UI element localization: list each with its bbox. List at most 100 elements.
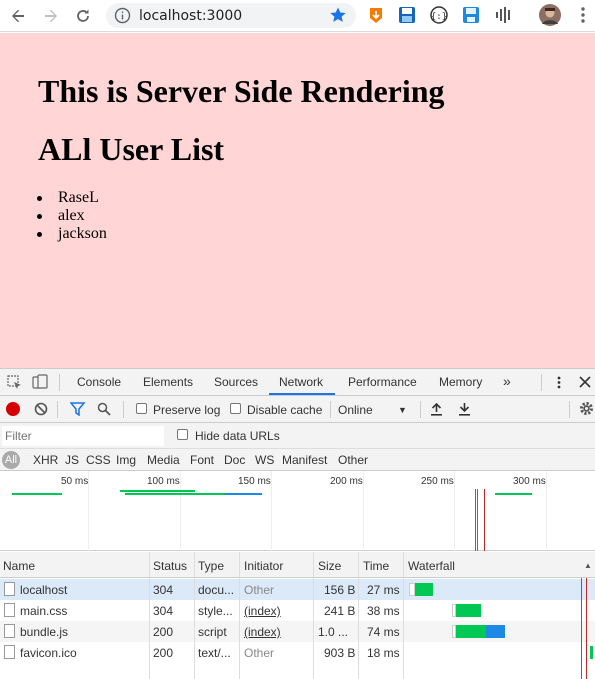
inspect-icon[interactable] bbox=[7, 375, 22, 390]
type-filter-img[interactable]: Img bbox=[116, 453, 136, 467]
filter-row: Hide data URLs bbox=[0, 423, 595, 449]
request-name[interactable]: favicon.ico bbox=[20, 646, 77, 660]
code-extension-icon[interactable]: {:} bbox=[429, 5, 449, 25]
table-row[interactable]: favicon.ico 200 text/... Other 903 B 18 … bbox=[0, 642, 595, 663]
request-initiator[interactable]: (index) bbox=[244, 625, 281, 639]
user-list: RaseL alex jackson bbox=[37, 189, 107, 243]
star-icon[interactable] bbox=[328, 5, 348, 25]
table-row[interactable]: main.css 304 style... (index) 241 B 38 m… bbox=[0, 600, 595, 621]
column-divider[interactable] bbox=[194, 552, 195, 679]
column-header-size[interactable]: Size bbox=[318, 559, 341, 573]
table-row[interactable]: localhost 304 docu... Other 156 B 27 ms bbox=[0, 579, 595, 600]
back-icon[interactable] bbox=[6, 4, 30, 28]
more-tabs-icon[interactable]: » bbox=[503, 373, 511, 389]
throttle-select[interactable]: Online bbox=[338, 403, 373, 417]
request-type: text/... bbox=[198, 646, 231, 660]
divider bbox=[541, 374, 542, 391]
url-text[interactable]: localhost:3000 bbox=[139, 8, 242, 24]
request-initiator[interactable]: (index) bbox=[244, 604, 281, 618]
download-extension-icon[interactable] bbox=[366, 5, 386, 25]
tab-elements[interactable]: Elements bbox=[143, 375, 193, 389]
export-har-icon[interactable] bbox=[458, 402, 471, 416]
hide-data-urls-checkbox[interactable] bbox=[177, 429, 188, 440]
overview-tick-label: 50 ms bbox=[61, 476, 89, 487]
type-filter-manifest[interactable]: Manifest bbox=[282, 453, 327, 467]
devtools-menu-icon[interactable] bbox=[553, 375, 565, 390]
request-name[interactable]: main.css bbox=[20, 604, 67, 618]
divider bbox=[420, 401, 421, 418]
tab-performance[interactable]: Performance bbox=[348, 375, 417, 389]
overview-marker-line bbox=[477, 489, 478, 551]
clear-icon[interactable] bbox=[34, 402, 48, 416]
type-filter-css[interactable]: CSS bbox=[86, 453, 111, 467]
menu-icon[interactable] bbox=[573, 5, 593, 25]
request-name[interactable]: localhost bbox=[20, 583, 67, 597]
column-header-time[interactable]: Time bbox=[363, 559, 389, 573]
request-status: 304 bbox=[153, 583, 174, 597]
column-header-type[interactable]: Type bbox=[198, 559, 224, 573]
device-toolbar-icon[interactable] bbox=[32, 374, 48, 390]
close-icon[interactable] bbox=[579, 376, 591, 388]
column-divider[interactable] bbox=[149, 552, 150, 679]
avatar[interactable] bbox=[539, 4, 561, 26]
preserve-log-label[interactable]: Preserve log bbox=[153, 403, 220, 417]
search-icon[interactable] bbox=[97, 402, 111, 416]
column-header-status[interactable]: Status bbox=[153, 559, 187, 573]
network-overview[interactable]: 50 ms 100 ms 150 ms 200 ms 250 ms 300 ms bbox=[0, 471, 595, 551]
type-filter-xhr[interactable]: XHR bbox=[33, 453, 58, 467]
save-extension-icon[interactable] bbox=[397, 5, 417, 25]
column-divider[interactable] bbox=[403, 552, 404, 679]
overview-gridline bbox=[363, 471, 364, 551]
dom-content-loaded-line bbox=[581, 578, 582, 679]
overview-gridline bbox=[180, 471, 181, 551]
disable-cache-label[interactable]: Disable cache bbox=[247, 403, 322, 417]
reload-icon[interactable] bbox=[71, 4, 95, 28]
column-divider[interactable] bbox=[358, 552, 359, 679]
type-filter-media[interactable]: Media bbox=[147, 453, 180, 467]
table-row[interactable]: bundle.js 200 script (index) 1.0 ... 74 … bbox=[0, 621, 595, 642]
tab-console[interactable]: Console bbox=[77, 375, 121, 389]
document-icon bbox=[4, 624, 15, 638]
load-event-line bbox=[484, 489, 485, 551]
request-type: docu... bbox=[198, 583, 235, 597]
audio-extension-icon[interactable] bbox=[494, 5, 514, 25]
type-filter-ws[interactable]: WS bbox=[255, 453, 274, 467]
tab-memory[interactable]: Memory bbox=[439, 375, 482, 389]
filter-icon[interactable] bbox=[69, 402, 86, 417]
list-item: RaseL bbox=[37, 189, 107, 207]
disk-extension-icon[interactable] bbox=[461, 5, 481, 25]
sort-asc-icon[interactable]: ▲ bbox=[584, 561, 592, 570]
resource-type-filters: All XHR JS CSS Img Media Font Doc WS Man… bbox=[0, 449, 595, 471]
column-header-name[interactable]: Name bbox=[3, 559, 35, 573]
column-header-waterfall[interactable]: Waterfall bbox=[408, 559, 455, 573]
type-filter-all[interactable]: All bbox=[2, 451, 20, 469]
address-bar[interactable]: localhost:3000 bbox=[106, 3, 356, 28]
tab-sources[interactable]: Sources bbox=[214, 375, 258, 389]
request-size: 241 B bbox=[324, 604, 356, 618]
forward-icon[interactable] bbox=[39, 4, 63, 28]
preserve-log-checkbox[interactable] bbox=[136, 403, 147, 414]
overview-tick-label: 300 ms bbox=[513, 476, 546, 487]
type-filter-other[interactable]: Other bbox=[338, 453, 368, 467]
info-icon[interactable] bbox=[114, 7, 131, 24]
import-har-icon[interactable] bbox=[430, 402, 443, 416]
gear-icon[interactable] bbox=[579, 401, 594, 416]
column-divider[interactable] bbox=[239, 552, 240, 679]
column-header-initiator[interactable]: Initiator bbox=[244, 559, 283, 573]
chevron-down-icon[interactable]: ▼ bbox=[398, 405, 407, 415]
filter-input[interactable] bbox=[2, 426, 164, 446]
tab-network[interactable]: Network bbox=[279, 375, 323, 389]
type-filter-js[interactable]: JS bbox=[65, 453, 79, 467]
record-icon[interactable] bbox=[6, 402, 20, 416]
divider bbox=[330, 401, 331, 418]
divider bbox=[569, 401, 570, 418]
type-filter-doc[interactable]: Doc bbox=[224, 453, 245, 467]
request-time: 38 ms bbox=[367, 604, 400, 618]
type-filter-font[interactable]: Font bbox=[190, 453, 214, 467]
overview-tick-label: 250 ms bbox=[421, 476, 454, 487]
request-initiator: Other bbox=[244, 583, 275, 597]
disable-cache-checkbox[interactable] bbox=[230, 403, 241, 414]
column-divider[interactable] bbox=[313, 552, 314, 679]
request-name[interactable]: bundle.js bbox=[20, 625, 68, 639]
hide-data-urls-label[interactable]: Hide data URLs bbox=[195, 429, 280, 443]
